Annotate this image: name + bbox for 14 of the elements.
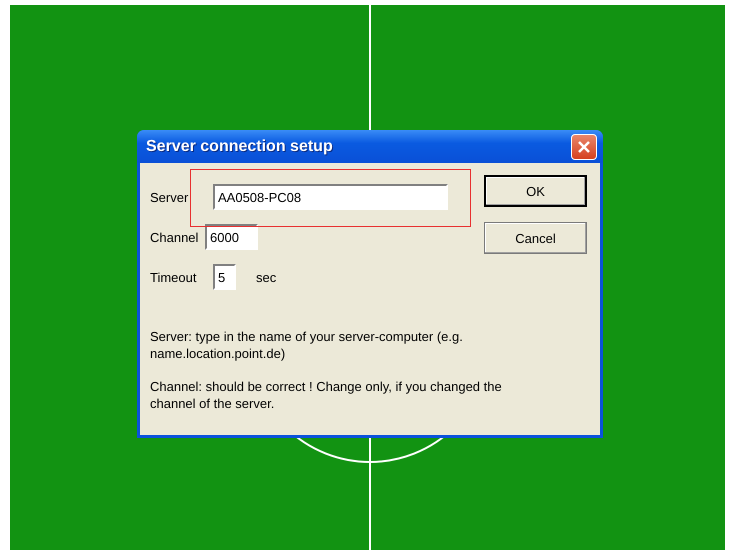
field-label: Server [150,190,190,204]
close-icon [577,140,591,154]
help-text: Server: type in the name of your server-computer (e.g. name.location.point.de) [150,328,464,362]
close-button[interactable] [571,134,597,160]
input-field[interactable]: 5 [213,264,236,290]
input-field[interactable]: AA0508-PC08 [213,184,448,210]
help-text: Channel: should be correct ! Change only, if you changed the channel of the server. [150,378,503,412]
ok-button[interactable]: OK [484,175,587,207]
field-label: Timeout [150,270,198,284]
cancel-button[interactable]: Cancel [484,222,587,254]
unit-label: sec [256,270,276,284]
input-field[interactable]: 6000 [205,224,258,250]
field-label: Channel [150,230,200,244]
window-title: Server connection setup [146,138,333,156]
